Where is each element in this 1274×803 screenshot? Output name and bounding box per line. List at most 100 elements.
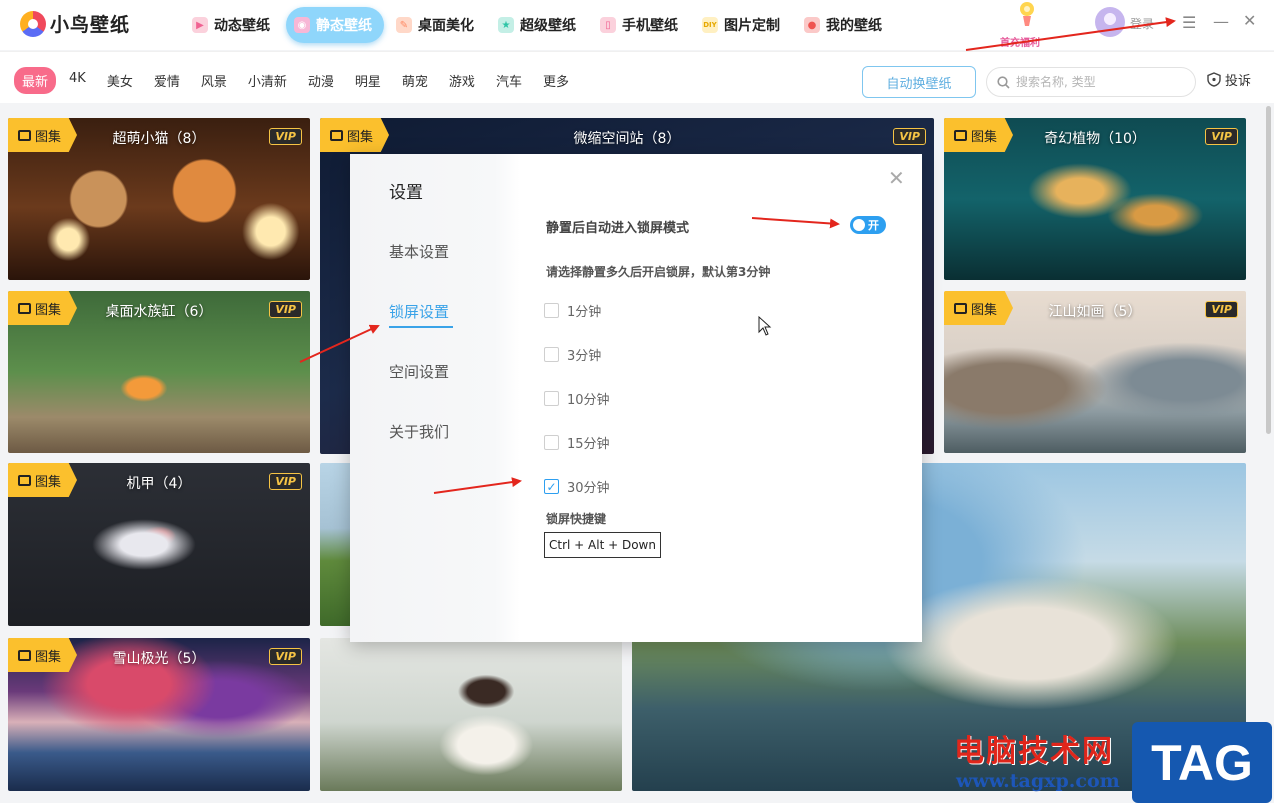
dialog-title: 设置	[389, 183, 423, 203]
watermark-url: www.tagxp.com	[956, 770, 1120, 792]
active-tab-underline	[389, 326, 453, 328]
category-anime[interactable]: 动漫	[300, 67, 342, 94]
menu-icon[interactable]: ☰	[1182, 13, 1196, 32]
report-label: 投诉	[1225, 74, 1252, 89]
image-icon: ◉	[294, 17, 310, 33]
duration-option-15min[interactable]: 15分钟	[544, 433, 610, 452]
nav-item-static[interactable]: ◉ 静态壁纸	[286, 7, 384, 43]
card-title: 机甲（4）	[126, 476, 192, 492]
checkbox[interactable]	[544, 391, 559, 406]
duration-option-30min[interactable]: ✓ 30分钟	[544, 477, 610, 496]
category-more[interactable]: 更多	[535, 67, 577, 94]
play-icon: ▶	[192, 17, 208, 33]
vip-badge: VIP	[269, 648, 302, 665]
category-games[interactable]: 游戏	[441, 67, 483, 94]
checkmark-icon[interactable]: ✓	[544, 479, 559, 494]
auto-change-button[interactable]: 自动换壁纸	[862, 66, 976, 98]
nav-item-desktop[interactable]: ✎ 桌面美化	[388, 7, 486, 43]
toggle-state-text: 开	[868, 219, 879, 232]
search-icon	[997, 75, 1010, 89]
card-title: 雪山极光（5）	[112, 651, 206, 667]
wallpaper-card[interactable]: 图集 超萌小猫（8） VIP	[8, 118, 310, 280]
category-stars[interactable]: 明星	[347, 67, 389, 94]
category-4k[interactable]: 4K	[61, 67, 94, 94]
phone-icon: ▯	[600, 17, 616, 33]
hotkey-field[interactable]: Ctrl + Alt + Down	[544, 532, 661, 558]
search-box	[986, 67, 1196, 97]
wallpaper-card[interactable]: 图集 奇幻植物（10） VIP	[944, 118, 1246, 280]
card-title: 超萌小猫（8）	[112, 131, 206, 147]
nav-item-dynamic[interactable]: ▶ 动态壁纸	[184, 7, 282, 43]
site-watermark: 电脑技术网 www.tagxp.com TAG	[948, 722, 1274, 803]
vip-badge: VIP	[1205, 128, 1238, 145]
watermark-site-name: 电脑技术网	[954, 734, 1114, 769]
category-cars[interactable]: 汽车	[488, 67, 530, 94]
category-latest[interactable]: 最新	[14, 67, 57, 94]
star-icon: ★	[498, 17, 514, 33]
close-icon[interactable]: ✕	[888, 168, 905, 188]
brush-icon: ✎	[396, 17, 412, 33]
duration-option-1min[interactable]: 1分钟	[544, 301, 601, 320]
checkbox[interactable]	[544, 347, 559, 362]
promo-label[interactable]: 首充福利	[1000, 34, 1040, 49]
minimize-icon[interactable]: —	[1213, 12, 1229, 31]
category-scenery[interactable]: 风景	[193, 67, 235, 94]
wallpaper-card[interactable]: 图集 桌面水族缸（6） VIP	[8, 291, 310, 453]
watermark-logo: TAG	[1132, 722, 1272, 803]
category-list: 最新 4K 美女 爱情 风景 小清新 动漫 明星 萌宠 游戏 汽车 更多	[14, 67, 577, 94]
top-bar: 小鸟壁纸 ▶ 动态壁纸 ◉ 静态壁纸 ✎ 桌面美化 ★ 超级壁纸 ▯ 手机壁纸 …	[0, 0, 1274, 50]
search-input[interactable]	[1016, 75, 1176, 89]
tab-about-us[interactable]: 关于我们	[389, 421, 449, 442]
wallpaper-card[interactable]: 图集 雪山极光（5） VIP	[8, 638, 310, 791]
category-bar: 最新 4K 美女 爱情 风景 小清新 动漫 明星 萌宠 游戏 汽车 更多 自动换…	[0, 51, 1274, 103]
main-nav: ▶ 动态壁纸 ◉ 静态壁纸 ✎ 桌面美化 ★ 超级壁纸 ▯ 手机壁纸 DIY 图…	[184, 7, 894, 43]
wallpaper-card[interactable]: 图集 江山如画（5） VIP	[944, 291, 1246, 453]
toggle-knob	[853, 219, 865, 231]
auto-lock-toggle[interactable]: 开	[850, 216, 886, 234]
user-icon: ●	[804, 17, 820, 33]
category-pets[interactable]: 萌宠	[394, 67, 436, 94]
category-beauty[interactable]: 美女	[99, 67, 141, 94]
nav-item-custom[interactable]: DIY 图片定制	[694, 7, 792, 43]
login-link[interactable]: 登录	[1130, 15, 1154, 32]
tab-basic-settings[interactable]: 基本设置	[389, 241, 449, 262]
settings-sidebar	[350, 154, 520, 642]
duration-option-10min[interactable]: 10分钟	[544, 389, 610, 408]
hotkey-label: 锁屏快捷键	[546, 512, 607, 526]
checkbox[interactable]	[544, 303, 559, 318]
vip-badge: VIP	[1205, 301, 1238, 318]
tab-lock-settings[interactable]: 锁屏设置	[389, 301, 449, 322]
wallpaper-card[interactable]	[320, 638, 622, 791]
category-love[interactable]: 爱情	[146, 67, 188, 94]
nav-item-mine[interactable]: ● 我的壁纸	[796, 7, 894, 43]
card-title: 桌面水族缸（6）	[105, 304, 213, 320]
idle-duration-description: 请选择静置多久后开启锁屏，默认第3分钟	[546, 265, 771, 279]
checkbox[interactable]	[544, 435, 559, 450]
report-button[interactable]: 投诉	[1207, 70, 1251, 89]
card-title: 微缩空间站（8）	[573, 131, 681, 147]
vip-badge: VIP	[893, 128, 926, 145]
vip-badge: VIP	[269, 128, 302, 145]
vip-badge: VIP	[269, 473, 302, 490]
category-fresh[interactable]: 小清新	[240, 67, 295, 94]
settings-dialog: 设置 基本设置 锁屏设置 空间设置 关于我们 ✕ 静置后自动进入锁屏模式 开 请…	[350, 154, 922, 642]
avatar[interactable]	[1095, 7, 1125, 37]
wallpaper-card[interactable]: 图集 机甲（4） VIP	[8, 463, 310, 626]
nav-item-phone[interactable]: ▯ 手机壁纸	[592, 7, 690, 43]
gift-promo-icon[interactable]	[1015, 0, 1039, 28]
shield-icon	[1207, 72, 1221, 87]
bird-logo-icon	[20, 10, 46, 37]
app-logo[interactable]: 小鸟壁纸	[20, 10, 130, 37]
tab-space-settings[interactable]: 空间设置	[389, 361, 449, 382]
vip-badge: VIP	[269, 301, 302, 318]
duration-option-3min[interactable]: 3分钟	[544, 345, 601, 364]
nav-item-super[interactable]: ★ 超级壁纸	[490, 7, 588, 43]
app-name: 小鸟壁纸	[50, 14, 131, 36]
mouse-cursor-icon	[758, 316, 772, 336]
close-window-icon[interactable]: ✕	[1243, 11, 1256, 30]
diy-icon: DIY	[702, 17, 718, 33]
scrollbar-thumb[interactable]	[1266, 106, 1271, 434]
card-title: 奇幻植物（10）	[1044, 131, 1146, 147]
auto-lock-label: 静置后自动进入锁屏模式	[546, 221, 690, 236]
card-title: 江山如画（5）	[1048, 304, 1142, 320]
